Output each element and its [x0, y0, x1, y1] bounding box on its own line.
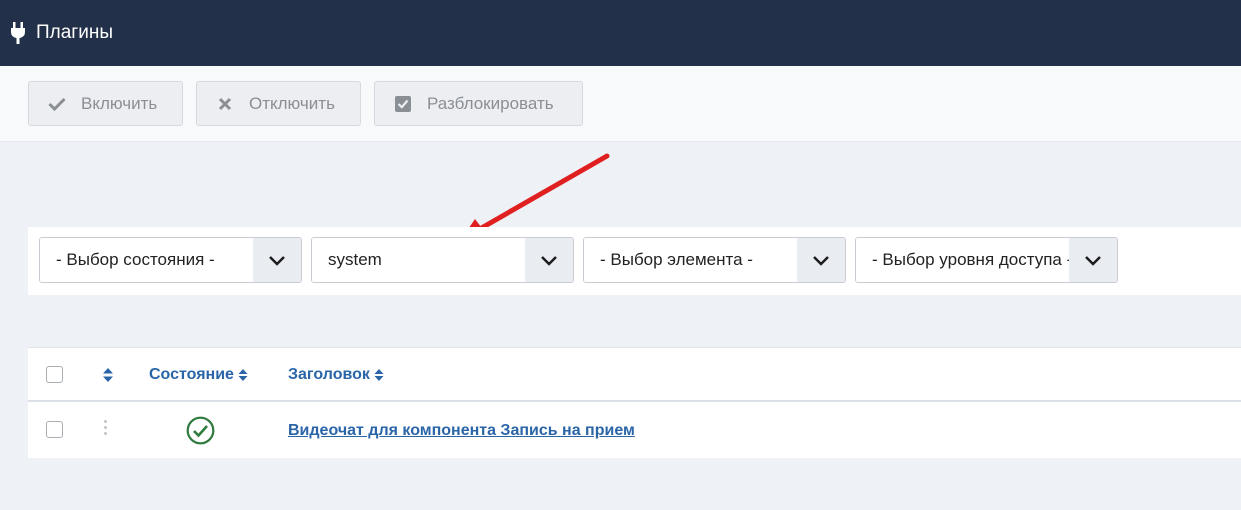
folder-filter-value: system: [328, 250, 382, 269]
folder-filter-select[interactable]: system: [311, 237, 574, 283]
element-filter-select[interactable]: - Выбор элемента -: [583, 237, 846, 283]
drag-handle-icon[interactable]: [104, 420, 108, 438]
title-column-header[interactable]: Заголовок: [288, 366, 384, 384]
plugins-table: Состояние Заголовок Видеочат для компоне…: [28, 347, 1241, 458]
sort-icon: [374, 368, 384, 382]
row-checkbox[interactable]: [46, 421, 63, 438]
state-column-header[interactable]: Состояние: [149, 366, 248, 384]
state-column-label: Состояние: [149, 366, 234, 383]
title-column-label: Заголовок: [288, 366, 370, 383]
access-filter-select[interactable]: - Выбор уровня доступа -: [855, 237, 1118, 283]
state-filter-value: - Выбор состояния -: [56, 250, 215, 269]
plugin-title-link[interactable]: Видеочат для компонента Запись на прием: [288, 422, 635, 440]
select-all-checkbox[interactable]: [46, 366, 63, 383]
chevron-down-icon: [797, 238, 845, 282]
filter-bar: - Выбор состояния - system - Выбор элеме…: [28, 227, 1241, 295]
element-filter-value: - Выбор элемента -: [600, 250, 753, 269]
access-filter-value: - Выбор уровня доступа -: [872, 250, 1073, 269]
ordering-sort-icon[interactable]: [102, 367, 114, 388]
sort-icon: [238, 368, 248, 382]
state-filter-select[interactable]: - Выбор состояния -: [39, 237, 302, 283]
table-header: Состояние Заголовок: [28, 348, 1241, 402]
table-row: Видеочат для компонента Запись на прием: [28, 404, 1241, 459]
chevron-down-icon: [525, 238, 573, 282]
enabled-status-icon[interactable]: [186, 416, 215, 450]
chevron-down-icon: [1069, 238, 1117, 282]
chevron-down-icon: [253, 238, 301, 282]
